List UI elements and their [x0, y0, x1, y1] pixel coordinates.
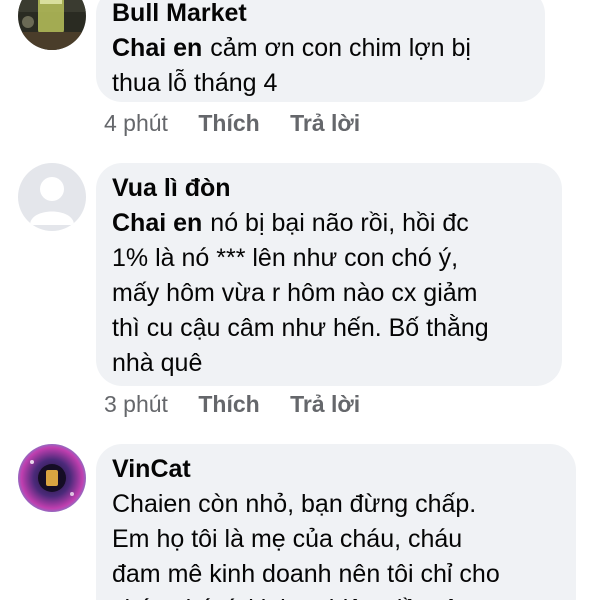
comment-line: mấy hôm vừa r hôm nào cx giảm	[112, 279, 478, 307]
comment-line: Em họ tôi là mẹ của cháu, cháu	[112, 525, 463, 553]
comment-line: Chai en nó bị bại não rồi, hồi đc	[112, 206, 546, 241]
comment-bubble: VinCat Chaien còn nhỏ, bạn đừng chấp. Em…	[96, 444, 576, 600]
profile-photo-glass-icon	[18, 0, 86, 50]
comment-line: Chai en cảm ơn con chim lợn bị	[112, 31, 529, 66]
comment-bubble: Bull Market Chai en cảm ơn con chim lợn b…	[96, 0, 545, 102]
reply-button[interactable]: Trả lời	[290, 109, 360, 137]
comment-text: Chaien còn nhỏ, bạn đừng chấp. Em họ tôi…	[112, 487, 560, 600]
reply-button[interactable]: Trả lời	[290, 390, 360, 418]
comment-meta: 4 phút Thích Trả lời	[104, 109, 360, 137]
mention-link[interactable]: Chai en	[112, 34, 202, 62]
comment-text: Chai en nó bị bại não rồi, hồi đc 1% là n…	[112, 206, 546, 381]
avatar[interactable]	[18, 0, 86, 50]
comment-line: Chaien còn nhỏ, bạn đừng chấp.	[112, 490, 477, 518]
comment-meta: 3 phút Thích Trả lời	[104, 390, 360, 418]
like-button[interactable]: Thích	[198, 390, 259, 418]
comment-feed: Bull Market Chai en cảm ơn con chim lợn b…	[0, 0, 600, 600]
purple-galaxy-avatar-icon	[18, 444, 86, 512]
comment-time[interactable]: 3 phút	[104, 390, 168, 418]
comment-time[interactable]: 4 phút	[104, 109, 168, 137]
comment-line: cháu chút ít kinh nghiệm tiền tệ	[112, 592, 560, 600]
default-user-silhouette-icon	[18, 163, 86, 231]
comment-author[interactable]: Bull Market	[112, 0, 529, 28]
comment-author[interactable]: Vua lì đòn	[112, 173, 546, 203]
comment-line: đam mê kinh doanh nên tôi chỉ cho	[112, 560, 500, 588]
comment-line-text: nó bị bại não rồi, hồi đc	[210, 209, 469, 237]
like-button[interactable]: Thích	[198, 109, 259, 137]
comment-line: thua lỗ tháng 4	[112, 69, 278, 97]
comment-line: thì cu cậu câm như hến. Bố thằng	[112, 314, 489, 342]
comment-line: 1% là nó *** lên như con chó ý,	[112, 244, 459, 272]
avatar[interactable]	[18, 163, 86, 231]
comment-line-text: cảm ơn con chim lợn bị	[210, 34, 471, 62]
comment-bubble: Vua lì đòn Chai en nó bị bại não rồi, hồi…	[96, 163, 562, 386]
avatar[interactable]	[18, 444, 86, 512]
comment-text: Chai en cảm ơn con chim lợn bị thua lỗ th…	[112, 31, 529, 101]
comment-author[interactable]: VinCat	[112, 454, 560, 484]
comment-line: nhà quê	[112, 349, 203, 377]
mention-link[interactable]: Chai en	[112, 209, 202, 237]
